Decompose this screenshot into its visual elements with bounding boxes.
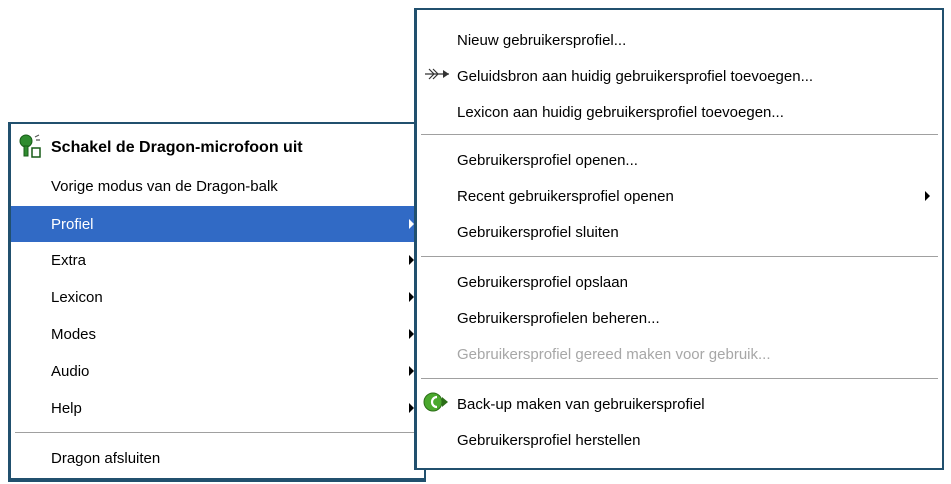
menu-item-profiel[interactable]: Profiel	[11, 206, 424, 242]
menu-item-save-profile[interactable]: Gebruikersprofiel opslaan	[417, 264, 942, 300]
menu-item-new-profile[interactable]: Nieuw gebruikersprofiel...	[417, 22, 942, 58]
menu-item-microphone-off[interactable]: Schakel de Dragon-microfoon uit	[11, 130, 424, 166]
menu-separator	[421, 134, 938, 136]
menu-item-label: Lexicon aan huidig gebruikersprofiel toe…	[457, 103, 784, 121]
menu-item-label: Gebruikersprofiel sluiten	[457, 223, 619, 241]
menu-item-label: Help	[51, 399, 82, 417]
menu-item-modes[interactable]: Modes	[11, 316, 424, 352]
dragon-main-menu: Schakel de Dragon-microfoon uit Vorige m…	[8, 122, 426, 482]
menu-item-restore-profile[interactable]: Gebruikersprofiel herstellen	[417, 422, 942, 458]
audio-source-icon	[423, 66, 451, 86]
menu-item-open-recent-profile[interactable]: Recent gebruikersprofiel openen	[417, 178, 942, 214]
menu-item-prepare-profile: Gebruikersprofiel gereed maken voor gebr…	[417, 336, 942, 372]
menu-item-audio[interactable]: Audio	[11, 353, 424, 389]
submenu-arrow-icon	[925, 191, 930, 201]
menu-item-backup-profile[interactable]: Back-up maken van gebruikersprofiel	[417, 386, 942, 422]
menu-item-label: Audio	[51, 362, 90, 380]
menu-item-previous-mode[interactable]: Vorige modus van de Dragon-balk	[11, 168, 424, 204]
menu-item-label: Back-up maken van gebruikersprofiel	[457, 395, 705, 413]
menu-item-label: Recent gebruikersprofiel openen	[457, 187, 674, 205]
menu-item-close-profile[interactable]: Gebruikersprofiel sluiten	[417, 214, 942, 250]
menu-item-help[interactable]: Help	[11, 390, 424, 426]
menu-item-label: Modes	[51, 325, 97, 343]
menu-item-label: Dragon afsluiten	[51, 449, 161, 467]
menu-item-label: Profiel	[51, 215, 94, 233]
menu-item-open-profile[interactable]: Gebruikersprofiel openen...	[417, 142, 942, 178]
menu-item-label: Lexicon	[51, 288, 103, 306]
menu-item-label: Gebruikersprofiel gereed maken voor gebr…	[457, 345, 771, 363]
menu-item-label: Gebruikersprofiel opslaan	[457, 273, 628, 291]
menu-item-lexicon[interactable]: Lexicon	[11, 279, 424, 315]
menu-separator	[421, 378, 938, 380]
menu-separator	[15, 432, 420, 434]
menu-item-label: Vorige modus van de Dragon-balk	[51, 177, 278, 195]
menu-item-extra[interactable]: Extra	[11, 242, 424, 278]
menu-item-dragon-exit[interactable]: Dragon afsluiten	[11, 440, 424, 476]
menu-item-label: Nieuw gebruikersprofiel...	[457, 31, 627, 49]
menu-item-label: Geluidsbron aan huidig gebruikersprofiel…	[457, 67, 814, 85]
menu-item-add-audio-source[interactable]: Geluidsbron aan huidig gebruikersprofiel…	[417, 58, 942, 94]
profiel-submenu: Nieuw gebruikersprofiel... Geluidsbron a…	[414, 8, 944, 470]
menu-item-label: Schakel de Dragon-microfoon uit	[51, 139, 303, 156]
backup-icon	[423, 391, 449, 417]
microphone-icon	[17, 133, 43, 163]
menu-item-label: Gebruikersprofiel openen...	[457, 151, 638, 169]
menu-item-label: Extra	[51, 251, 87, 269]
menu-separator	[421, 256, 938, 258]
menu-item-label: Gebruikersprofielen beheren...	[457, 309, 660, 327]
menu-item-label: Gebruikersprofiel herstellen	[457, 431, 641, 449]
menu-item-manage-profiles[interactable]: Gebruikersprofielen beheren...	[417, 300, 942, 336]
menu-item-add-lexicon[interactable]: Lexicon aan huidig gebruikersprofiel toe…	[417, 94, 942, 130]
